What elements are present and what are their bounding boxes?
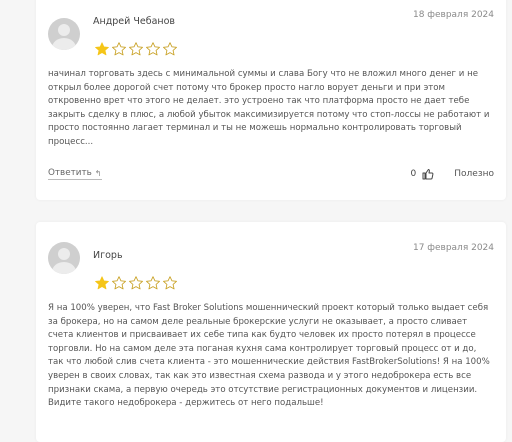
rating-stars bbox=[94, 41, 178, 57]
star-icon bbox=[95, 42, 109, 56]
thumbs-up-icon[interactable] bbox=[422, 168, 434, 180]
star-icon bbox=[112, 276, 126, 290]
star-icon bbox=[95, 276, 109, 290]
avatar-icon bbox=[48, 18, 80, 50]
reply-button[interactable]: Ответить ↰ bbox=[48, 168, 102, 180]
review-card: Андрей Чебанов 18 февраля 2024 начинал т… bbox=[36, 0, 506, 200]
review-date: 18 февраля 2024 bbox=[412, 10, 494, 20]
rating-stars bbox=[94, 275, 178, 291]
review-text: начинал торговать здесь с минимальной су… bbox=[48, 69, 490, 147]
star-icon bbox=[129, 42, 143, 56]
review-date: 17 февраля 2024 bbox=[412, 243, 494, 253]
star-icon bbox=[146, 276, 160, 290]
review-author: Андрей Чебанов bbox=[93, 16, 176, 27]
star-icon bbox=[129, 276, 143, 290]
review-card: Игорь 17 февраля 2024 Я на 100% уверен, … bbox=[36, 222, 506, 442]
star-icon bbox=[112, 42, 126, 56]
reply-arrow-icon: ↰ bbox=[94, 168, 102, 178]
reply-label: Ответить bbox=[48, 168, 92, 178]
star-icon bbox=[163, 42, 177, 56]
useful-vote: 0 Полезно bbox=[411, 168, 494, 180]
likes-count: 0 bbox=[410, 169, 417, 179]
star-icon bbox=[146, 42, 160, 56]
review-text: Я на 100% уверен, что Fast Broker Soluti… bbox=[48, 303, 490, 409]
avatar-icon bbox=[48, 242, 80, 274]
useful-label: Полезно bbox=[454, 169, 494, 179]
star-icon bbox=[163, 276, 177, 290]
review-author: Игорь bbox=[93, 250, 123, 261]
